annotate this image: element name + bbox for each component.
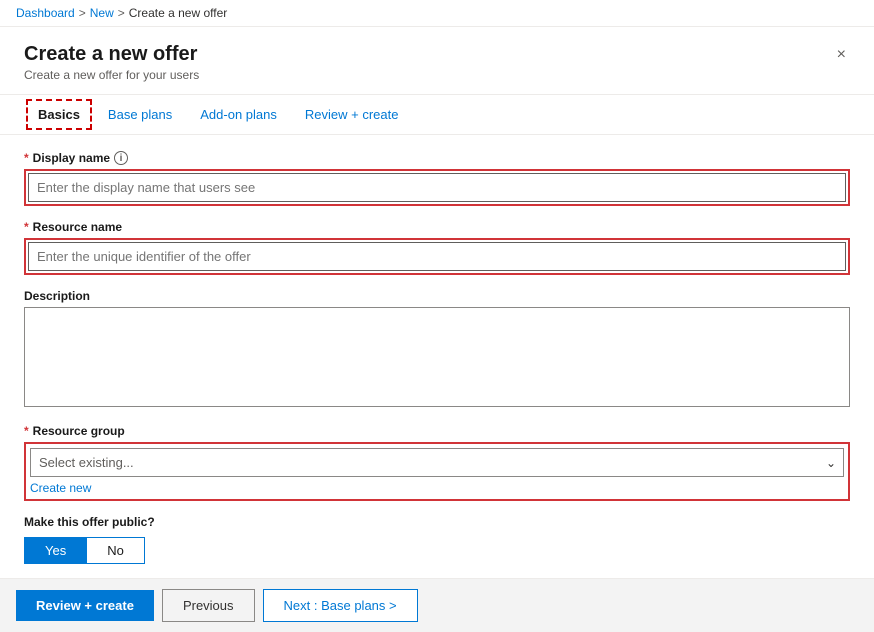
form-area: * Display name i * Resource name Descrip… <box>0 135 874 578</box>
description-label-text: Description <box>24 289 90 303</box>
main-panel: Create a new offer Create a new offer fo… <box>0 27 874 578</box>
breadcrumb-new[interactable]: New <box>90 6 114 20</box>
tabs-bar: Basics Base plans Add-on plans Review + … <box>0 95 874 135</box>
tab-base-plans[interactable]: Base plans <box>94 95 186 134</box>
no-button[interactable]: No <box>86 537 145 564</box>
display-name-required: * <box>24 151 29 165</box>
resource-name-required: * <box>24 220 29 234</box>
description-textarea[interactable] <box>24 307 850 407</box>
resource-group-error-wrapper: Select existing... ⌄ Create new <box>24 442 850 501</box>
review-create-button[interactable]: Review + create <box>16 590 154 621</box>
display-name-error-wrapper <box>24 169 850 206</box>
breadcrumb-dashboard[interactable]: Dashboard <box>16 6 75 20</box>
display-name-label-text: Display name <box>33 151 110 165</box>
display-name-label: * Display name i <box>24 151 850 165</box>
close-button[interactable]: × <box>833 43 850 67</box>
resource-group-label: * Resource group <box>24 424 850 438</box>
previous-button[interactable]: Previous <box>162 589 255 622</box>
tab-addon-plans[interactable]: Add-on plans <box>186 95 291 134</box>
resource-name-label-text: Resource name <box>33 220 122 234</box>
resource-group-select[interactable]: Select existing... <box>30 448 844 477</box>
yes-button[interactable]: Yes <box>24 537 86 564</box>
display-name-group: * Display name i <box>24 151 850 206</box>
page-title: Create a new offer <box>24 43 199 66</box>
resource-name-label: * Resource name <box>24 220 850 234</box>
make-public-label: Make this offer public? <box>24 515 850 529</box>
tab-basics[interactable]: Basics <box>26 99 92 130</box>
make-public-group: Make this offer public? Yes No <box>24 515 850 564</box>
panel-header: Create a new offer Create a new offer fo… <box>0 27 874 82</box>
breadcrumb-current: Create a new offer <box>129 6 228 20</box>
breadcrumb-sep2: > <box>118 6 125 20</box>
display-name-info-icon: i <box>114 151 128 165</box>
display-name-input[interactable] <box>28 173 846 202</box>
tab-review-create[interactable]: Review + create <box>291 95 413 134</box>
description-label: Description <box>24 289 850 303</box>
create-new-link[interactable]: Create new <box>30 481 91 495</box>
breadcrumb: Dashboard > New > Create a new offer <box>0 0 874 27</box>
resource-name-group: * Resource name <box>24 220 850 275</box>
next-button[interactable]: Next : Base plans > <box>263 589 418 622</box>
toggle-buttons: Yes No <box>24 537 850 564</box>
breadcrumb-sep1: > <box>79 6 86 20</box>
resource-group-select-wrapper: Select existing... ⌄ <box>30 448 844 477</box>
bottom-bar: Review + create Previous Next : Base pla… <box>0 578 874 632</box>
resource-group-group: * Resource group Select existing... ⌄ Cr… <box>24 424 850 501</box>
resource-name-error-wrapper <box>24 238 850 275</box>
resource-group-label-text: Resource group <box>33 424 125 438</box>
resource-name-input[interactable] <box>28 242 846 271</box>
resource-group-required: * <box>24 424 29 438</box>
description-group: Description <box>24 289 850 410</box>
page-subtitle: Create a new offer for your users <box>24 68 199 82</box>
